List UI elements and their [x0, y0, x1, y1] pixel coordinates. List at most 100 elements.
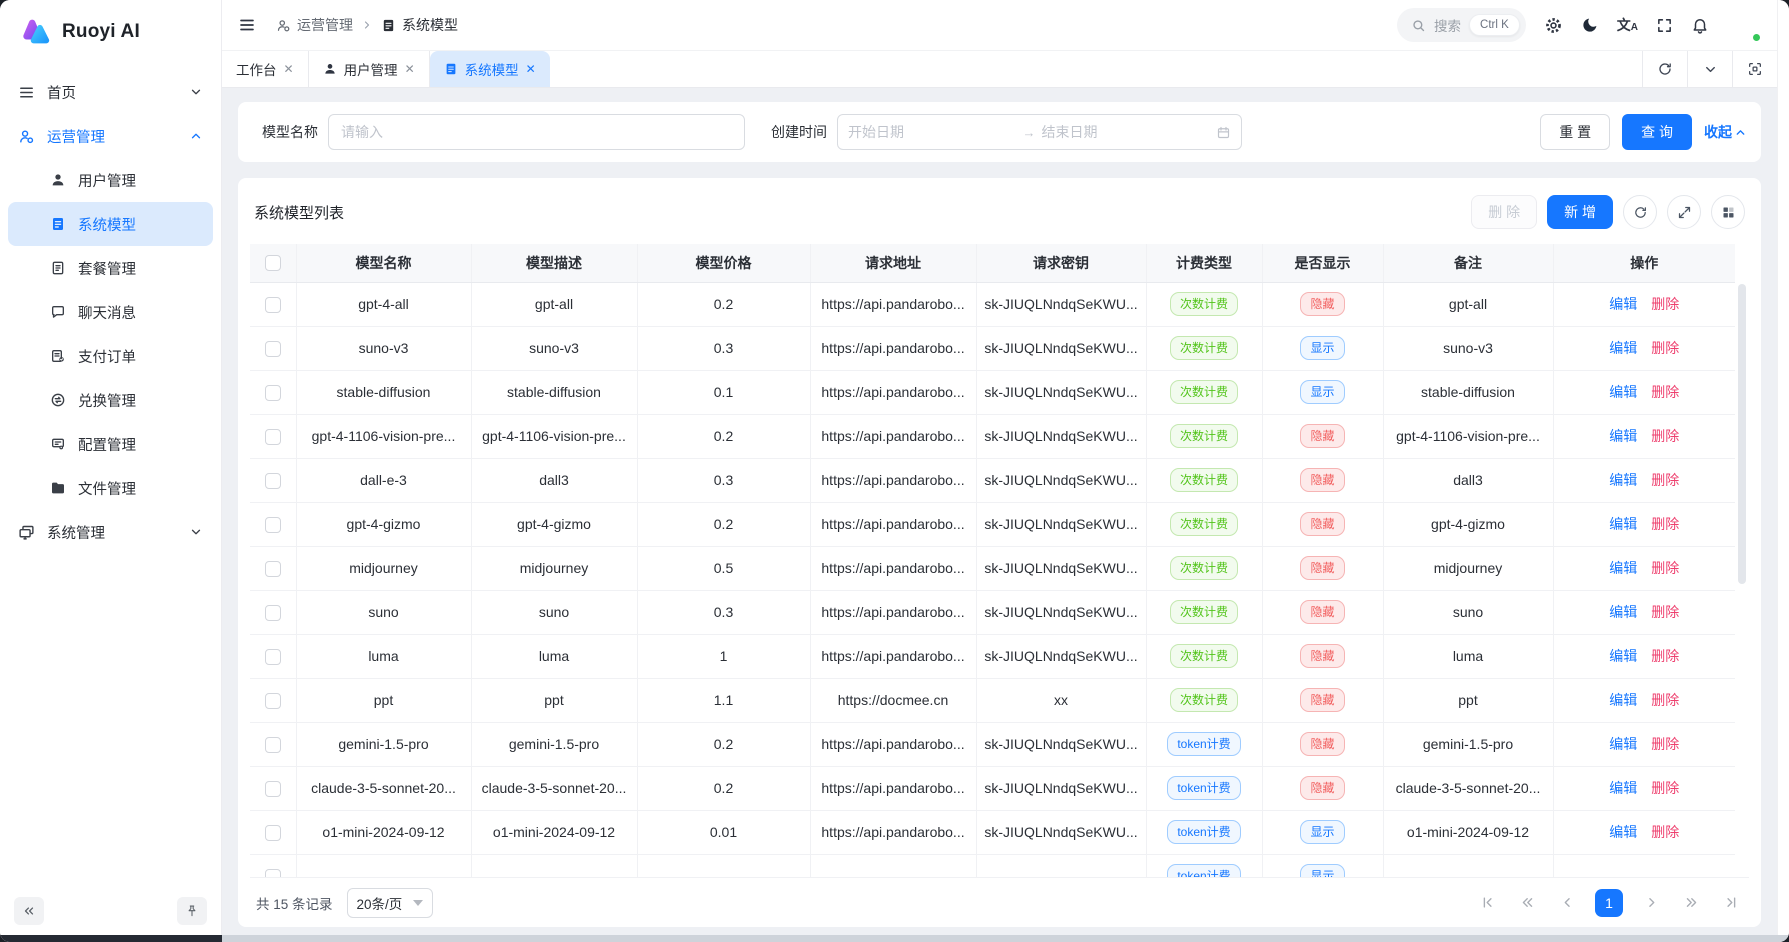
delete-selected-button[interactable]: 删 除 — [1471, 195, 1537, 229]
collapse-sidebar-button[interactable] — [14, 897, 44, 925]
delete-link[interactable]: 删除 — [1651, 384, 1679, 400]
row-checkbox[interactable] — [265, 517, 281, 533]
edit-link[interactable]: 编辑 — [1609, 340, 1637, 356]
sidebar-item-user-management[interactable]: 用户管理 — [8, 158, 213, 202]
next-group-icon[interactable] — [1679, 891, 1703, 915]
prev-group-icon[interactable] — [1515, 891, 1539, 915]
row-checkbox[interactable] — [265, 561, 281, 577]
settings-gear-icon[interactable] — [1544, 16, 1563, 35]
scrollbar-thumb[interactable] — [1738, 284, 1746, 584]
hamburger-menu-icon[interactable] — [238, 16, 256, 34]
tab-user-management[interactable]: 用户管理 ✕ — [309, 51, 430, 87]
notifications-bell-icon[interactable] — [1691, 16, 1709, 34]
delete-link[interactable]: 删除 — [1651, 560, 1679, 576]
row-checkbox[interactable] — [265, 781, 281, 797]
sidebar-item-redemption-management[interactable]: 兑换管理 — [8, 378, 213, 422]
edit-link[interactable]: 编辑 — [1609, 472, 1637, 488]
row-checkbox[interactable] — [265, 341, 281, 357]
row-checkbox[interactable] — [265, 297, 281, 313]
select-all-checkbox[interactable] — [265, 255, 281, 271]
edit-link[interactable]: 编辑 — [1609, 516, 1637, 532]
breadcrumb-system-models: 系统模型 — [381, 15, 458, 35]
content-fullscreen-icon[interactable] — [1732, 51, 1777, 87]
row-checkbox[interactable] — [265, 869, 281, 877]
delete-link[interactable]: 删除 — [1651, 472, 1679, 488]
window-scrollbar[interactable] — [1777, 0, 1789, 942]
page-size-select[interactable]: 20条/页 — [347, 888, 433, 918]
sidebar-group-operations[interactable]: 运营管理 — [0, 114, 221, 158]
sidebar-item-package-management[interactable]: 套餐管理 — [8, 246, 213, 290]
global-search[interactable]: 搜索 Ctrl K — [1397, 8, 1526, 42]
refresh-tab-icon[interactable] — [1642, 51, 1687, 87]
fullscreen-icon[interactable] — [1656, 17, 1673, 34]
breadcrumb-operations[interactable]: 运营管理 — [276, 15, 353, 35]
sidebar-item-file-management[interactable]: 文件管理 — [8, 466, 213, 510]
delete-link[interactable]: 删除 — [1651, 692, 1679, 708]
delete-link[interactable]: 删除 — [1651, 428, 1679, 444]
row-checkbox[interactable] — [265, 605, 281, 621]
model-name-input[interactable] — [328, 114, 745, 150]
edit-link[interactable]: 编辑 — [1609, 384, 1637, 400]
row-checkbox[interactable] — [265, 693, 281, 709]
add-button[interactable]: 新 增 — [1547, 195, 1613, 229]
sidebar-item-config-management[interactable]: 配置管理 — [8, 422, 213, 466]
edit-link[interactable]: 编辑 — [1609, 780, 1637, 796]
refresh-list-icon[interactable] — [1623, 195, 1657, 229]
delete-link[interactable]: 删除 — [1651, 736, 1679, 752]
row-checkbox[interactable] — [265, 737, 281, 753]
collapse-filter-link[interactable]: 收起 — [1704, 122, 1747, 142]
delete-link[interactable]: 删除 — [1651, 648, 1679, 664]
close-icon[interactable]: ✕ — [284, 62, 294, 76]
delete-link[interactable]: 删除 — [1651, 780, 1679, 796]
start-date-input[interactable] — [848, 124, 1017, 140]
first-page-icon[interactable] — [1475, 891, 1499, 915]
delete-link[interactable]: 删除 — [1651, 516, 1679, 532]
tabs-dropdown-chevron-icon[interactable] — [1687, 51, 1732, 87]
tab-workbench[interactable]: 工作台 ✕ — [222, 51, 309, 87]
delete-link[interactable]: 删除 — [1651, 604, 1679, 620]
next-page-icon[interactable] — [1639, 891, 1663, 915]
sidebar-item-system-models[interactable]: 系统模型 — [8, 202, 213, 246]
edit-link[interactable]: 编辑 — [1609, 648, 1637, 664]
row-checkbox[interactable] — [265, 385, 281, 401]
chevron-down-icon — [189, 85, 203, 99]
column-settings-icon[interactable] — [1711, 195, 1745, 229]
edit-link[interactable]: 编辑 — [1609, 296, 1637, 312]
last-page-icon[interactable] — [1719, 891, 1743, 915]
logo[interactable]: Ruoyi AI — [0, 0, 221, 64]
sidebar-group-system[interactable]: 系统管理 — [0, 510, 221, 554]
current-page[interactable]: 1 — [1595, 889, 1623, 917]
delete-link[interactable]: 删除 — [1651, 340, 1679, 356]
date-range-picker[interactable]: → — [837, 114, 1242, 150]
sidebar-item-payment-orders[interactable]: 支付订单 — [8, 334, 213, 378]
edit-link[interactable]: 编辑 — [1609, 560, 1637, 576]
end-date-input[interactable] — [1042, 124, 1211, 140]
language-translate-icon[interactable]: 文A — [1617, 15, 1638, 35]
edit-link[interactable]: 编辑 — [1609, 736, 1637, 752]
edit-link[interactable]: 编辑 — [1609, 604, 1637, 620]
row-checkbox[interactable] — [265, 649, 281, 665]
reset-button[interactable]: 重 置 — [1540, 114, 1610, 150]
prev-page-icon[interactable] — [1555, 891, 1579, 915]
table-scrollbar[interactable] — [1735, 244, 1749, 877]
tab-system-models[interactable]: 系统模型 ✕ — [430, 51, 550, 87]
col-visibility: 是否显示 — [1262, 244, 1383, 282]
sidebar-item-home[interactable]: 首页 — [0, 70, 221, 114]
close-icon[interactable]: ✕ — [526, 62, 536, 76]
edit-link[interactable]: 编辑 — [1609, 428, 1637, 444]
pin-sidebar-button[interactable] — [177, 897, 207, 925]
maximize-table-icon[interactable] — [1667, 195, 1701, 229]
dark-mode-moon-icon[interactable] — [1581, 16, 1599, 34]
query-button[interactable]: 查 询 — [1622, 114, 1692, 150]
cell-model-price — [637, 854, 810, 877]
row-checkbox[interactable] — [265, 825, 281, 841]
edit-link[interactable]: 编辑 — [1609, 824, 1637, 840]
close-icon[interactable]: ✕ — [405, 62, 415, 76]
row-checkbox[interactable] — [265, 473, 281, 489]
row-checkbox[interactable] — [265, 429, 281, 445]
user-avatar[interactable] — [1727, 8, 1761, 42]
delete-link[interactable]: 删除 — [1651, 296, 1679, 312]
sidebar-item-chat-messages[interactable]: 聊天消息 — [8, 290, 213, 334]
delete-link[interactable]: 删除 — [1651, 824, 1679, 840]
edit-link[interactable]: 编辑 — [1609, 692, 1637, 708]
